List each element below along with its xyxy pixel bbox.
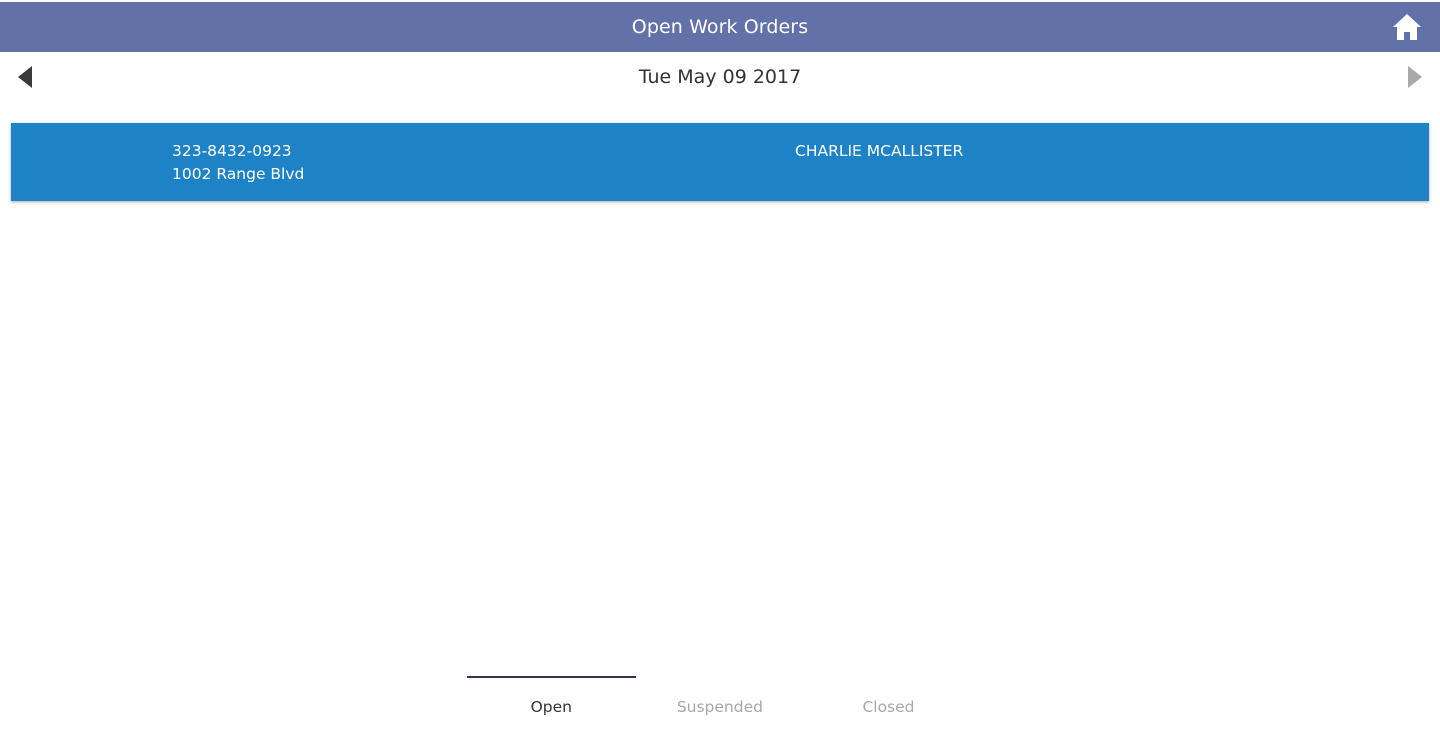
page-title: Open Work Orders <box>631 16 809 38</box>
triangle-right-icon <box>1408 66 1422 88</box>
work-order-card[interactable]: 323-8432-0923 1002 Range Blvd CHARLIE MC… <box>11 123 1429 201</box>
tab-suspended[interactable]: Suspended <box>636 676 805 726</box>
status-tabs: Open Suspended Closed <box>467 676 973 726</box>
date-navigator: Tue May 09 2017 <box>0 52 1440 104</box>
work-order-list: 323-8432-0923 1002 Range Blvd CHARLIE MC… <box>11 123 1429 201</box>
header-bar: Open Work Orders <box>0 2 1440 52</box>
home-icon <box>1393 14 1421 40</box>
next-day-button[interactable] <box>1406 65 1424 89</box>
tab-open[interactable]: Open <box>467 676 636 726</box>
work-order-address: 1002 Range Blvd <box>172 165 305 183</box>
work-order-phone: 323-8432-0923 <box>172 142 292 160</box>
work-orders-screen: Open Work Orders Tue May 09 2017 323-843… <box>0 0 1440 730</box>
home-button[interactable] <box>1392 13 1422 41</box>
work-order-customer: CHARLIE MCALLISTER <box>795 142 964 160</box>
current-date: Tue May 09 2017 <box>638 66 802 88</box>
tab-closed[interactable]: Closed <box>804 676 973 726</box>
